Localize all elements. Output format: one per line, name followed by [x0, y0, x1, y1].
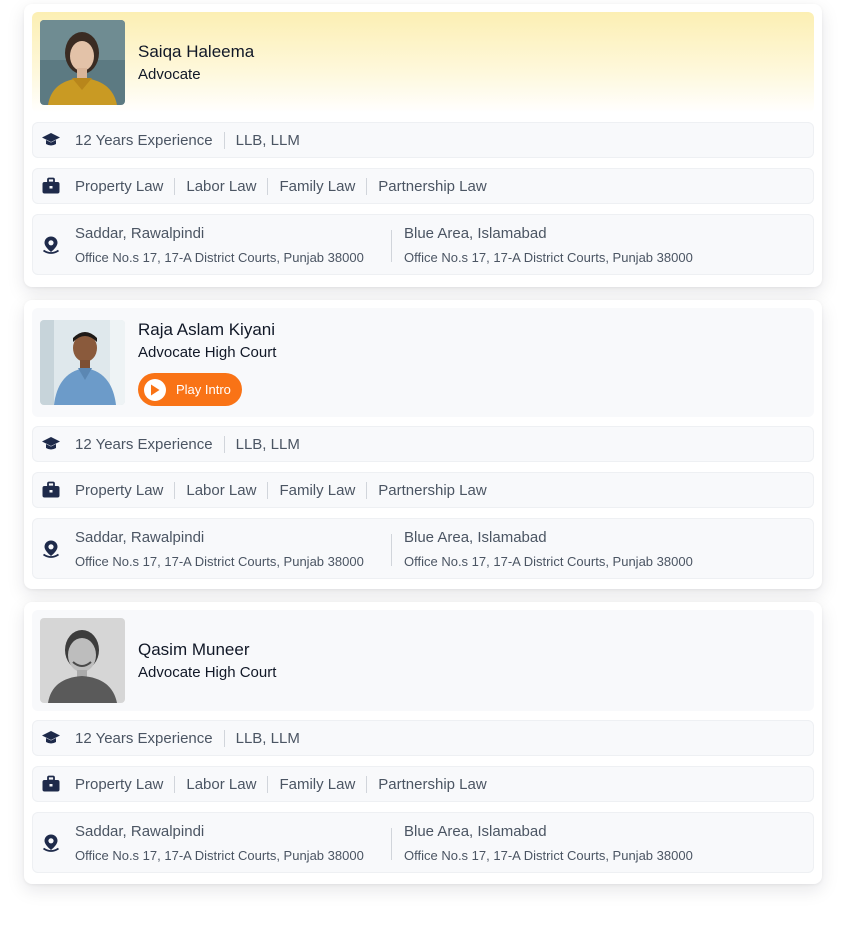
- map-pin-icon: [43, 834, 59, 852]
- practice-area-tag[interactable]: Labor Law: [186, 482, 256, 499]
- office-location[interactable]: Blue Area, Islamabad Office No.s 17, 17-…: [404, 823, 693, 863]
- graduation-cap-icon: [42, 437, 60, 450]
- lawyer-card[interactable]: Raja Aslam Kiyani Advocate High Court Pl…: [24, 300, 822, 589]
- lawyer-title: Advocate High Court: [138, 344, 277, 361]
- practice-area-tag[interactable]: Family Law: [279, 776, 355, 793]
- divider: [267, 775, 269, 793]
- degrees-text: LLB, LLM: [235, 435, 300, 453]
- divider: [391, 828, 392, 860]
- office-city: Blue Area, Islamabad: [404, 225, 547, 242]
- office-city: Blue Area, Islamabad: [404, 823, 547, 840]
- divider: [391, 230, 392, 262]
- divider: [391, 534, 392, 566]
- divider: [366, 481, 368, 499]
- play-intro-label: Play Intro: [176, 382, 231, 397]
- lawyer-header: Raja Aslam Kiyani Advocate High Court Pl…: [32, 308, 814, 417]
- office-location[interactable]: Saddar, Rawalpindi Office No.s 17, 17-A …: [75, 529, 364, 569]
- divider: [223, 435, 225, 453]
- office-location[interactable]: Blue Area, Islamabad Office No.s 17, 17-…: [404, 225, 693, 265]
- experience-text: 12 Years Experience: [75, 729, 213, 747]
- lawyer-name[interactable]: Saiqa Haleema: [138, 42, 254, 62]
- practice-area-tag[interactable]: Property Law: [75, 178, 163, 195]
- lawyer-card[interactable]: Qasim Muneer Advocate High Court 12 Year…: [24, 602, 822, 884]
- divider: [267, 177, 269, 195]
- office-locations-row: Saddar, Rawalpindi Office No.s 17, 17-A …: [32, 214, 814, 275]
- experience-text: 12 Years Experience: [75, 435, 213, 453]
- office-location[interactable]: Saddar, Rawalpindi Office No.s 17, 17-A …: [75, 823, 364, 863]
- practice-area-tag[interactable]: Partnership Law: [378, 482, 486, 499]
- divider: [174, 481, 176, 499]
- office-address: Office No.s 17, 17-A District Courts, Pu…: [404, 554, 693, 569]
- lawyer-name[interactable]: Raja Aslam Kiyani: [138, 320, 275, 340]
- practice-area-tag[interactable]: Property Law: [75, 776, 163, 793]
- divider: [174, 775, 176, 793]
- map-pin-icon: [43, 540, 59, 558]
- practice-areas-row: Property Law Labor Law Family Law Partne…: [32, 168, 814, 204]
- office-city: Saddar, Rawalpindi: [75, 225, 205, 242]
- office-address: Office No.s 17, 17-A District Courts, Pu…: [404, 848, 693, 863]
- office-city: Saddar, Rawalpindi: [75, 529, 205, 546]
- practice-area-tag[interactable]: Property Law: [75, 482, 163, 499]
- lawyer-name[interactable]: Qasim Muneer: [138, 640, 249, 660]
- lawyer-photo[interactable]: [40, 618, 125, 703]
- office-address: Office No.s 17, 17-A District Courts, Pu…: [75, 848, 364, 863]
- briefcase-icon: [42, 481, 60, 498]
- lawyer-photo[interactable]: [40, 20, 125, 105]
- practice-areas-row: Property Law Labor Law Family Law Partne…: [32, 472, 814, 508]
- office-address: Office No.s 17, 17-A District Courts, Pu…: [75, 554, 364, 569]
- practice-area-tag[interactable]: Partnership Law: [378, 178, 486, 195]
- office-city: Saddar, Rawalpindi: [75, 823, 205, 840]
- office-city: Blue Area, Islamabad: [404, 529, 547, 546]
- lawyer-photo[interactable]: [40, 320, 125, 405]
- lawyer-title: Advocate: [138, 66, 201, 83]
- practice-area-tag[interactable]: Labor Law: [186, 776, 256, 793]
- practice-area-tag[interactable]: Family Law: [279, 178, 355, 195]
- play-icon: [144, 378, 166, 401]
- practice-area-tag[interactable]: Partnership Law: [378, 776, 486, 793]
- practice-area-tag[interactable]: Labor Law: [186, 178, 256, 195]
- experience-row: 12 Years Experience LLB, LLM: [32, 426, 814, 462]
- experience-row: 12 Years Experience LLB, LLM: [32, 720, 814, 756]
- graduation-cap-icon: [42, 133, 60, 146]
- experience-row: 12 Years Experience LLB, LLM: [32, 122, 814, 158]
- practice-areas-row: Property Law Labor Law Family Law Partne…: [32, 766, 814, 802]
- office-locations-row: Saddar, Rawalpindi Office No.s 17, 17-A …: [32, 812, 814, 873]
- play-intro-button[interactable]: Play Intro: [138, 373, 242, 406]
- graduation-cap-icon: [42, 731, 60, 744]
- office-location[interactable]: Blue Area, Islamabad Office No.s 17, 17-…: [404, 529, 693, 569]
- experience-text: 12 Years Experience: [75, 131, 213, 149]
- lawyer-card[interactable]: Saiqa Haleema Advocate 12 Years Experien…: [24, 4, 822, 287]
- briefcase-icon: [42, 775, 60, 792]
- practice-area-tag[interactable]: Family Law: [279, 482, 355, 499]
- degrees-text: LLB, LLM: [235, 729, 300, 747]
- divider: [223, 729, 225, 747]
- office-locations-row: Saddar, Rawalpindi Office No.s 17, 17-A …: [32, 518, 814, 579]
- divider: [174, 177, 176, 195]
- map-pin-icon: [43, 236, 59, 254]
- divider: [267, 481, 269, 499]
- degrees-text: LLB, LLM: [235, 131, 300, 149]
- divider: [223, 131, 225, 149]
- lawyer-title: Advocate High Court: [138, 664, 277, 681]
- office-location[interactable]: Saddar, Rawalpindi Office No.s 17, 17-A …: [75, 225, 364, 265]
- divider: [366, 775, 368, 793]
- divider: [366, 177, 368, 195]
- lawyer-header: Saiqa Haleema Advocate: [32, 12, 814, 113]
- briefcase-icon: [42, 177, 60, 194]
- office-address: Office No.s 17, 17-A District Courts, Pu…: [75, 250, 364, 265]
- lawyer-header: Qasim Muneer Advocate High Court: [32, 610, 814, 711]
- office-address: Office No.s 17, 17-A District Courts, Pu…: [404, 250, 693, 265]
